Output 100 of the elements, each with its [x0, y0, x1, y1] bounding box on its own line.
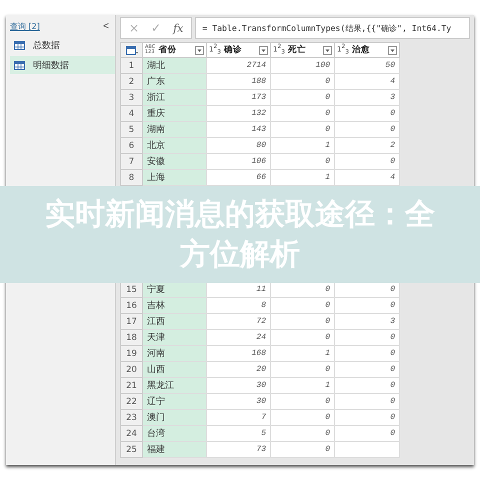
table-cell: 0 [271, 90, 335, 106]
table-cell: 0 [271, 426, 335, 442]
row-number: 8 [120, 170, 143, 186]
row-number: 3 [120, 90, 143, 106]
table-cell: 台湾 [143, 426, 207, 442]
table-cell: 0 [335, 362, 400, 378]
table-cell: 江西 [143, 314, 207, 330]
row-number: 18 [120, 330, 143, 346]
table-icon [14, 40, 25, 50]
table-cell: 浙江 [143, 90, 207, 106]
table-cell: 4 [335, 74, 400, 90]
row-number: 24 [120, 426, 143, 442]
table-cell: 福建 [143, 442, 207, 458]
table-cell: 3 [335, 90, 400, 106]
table-cell: 73 [207, 442, 271, 458]
table-cell: 1 [271, 346, 335, 362]
table-cell: 7 [207, 410, 271, 426]
table-cell: 0 [271, 74, 335, 90]
collapse-button[interactable]: < [103, 21, 109, 32]
table-cell: 0 [335, 122, 400, 138]
table-cell: 2714 [207, 58, 271, 74]
table-cell: 1 [271, 170, 335, 186]
row-number: 21 [120, 378, 143, 394]
table-cell: 0 [271, 282, 335, 298]
table-cell: 0 [335, 394, 400, 410]
query-item[interactable]: 总数据 [10, 36, 115, 54]
table-cell: 0 [335, 346, 400, 362]
table-icon [14, 60, 25, 70]
table-cell: 0 [335, 106, 400, 122]
table-cell: 0 [271, 362, 335, 378]
table-cell: 50 [335, 58, 400, 74]
table-cell: 湖南 [143, 122, 207, 138]
table-cell: 河南 [143, 346, 207, 362]
table-cell: 0 [335, 330, 400, 346]
row-number: 4 [120, 106, 143, 122]
table-cell: 广东 [143, 74, 207, 90]
table-cell: 0 [335, 282, 400, 298]
table-cell: 173 [207, 90, 271, 106]
table-cell: 132 [207, 106, 271, 122]
table-cell: 1 [271, 138, 335, 154]
formula-field[interactable]: = Table.TransformColumnTypes(结果,{{"确诊", Int64.Ty [195, 17, 470, 39]
row-number: 17 [120, 314, 143, 330]
table-cell: 吉林 [143, 298, 207, 314]
table-cell: 0 [335, 426, 400, 442]
fx-button[interactable]: fx [173, 22, 184, 34]
table-cell: 黑龙江 [143, 378, 207, 394]
table-cell: 4 [335, 170, 400, 186]
table-cell: 宁夏 [143, 282, 207, 298]
table-cell: 11 [207, 282, 271, 298]
row-number: 23 [120, 410, 143, 426]
row-number: 22 [120, 394, 143, 410]
dropdown-icon[interactable] [259, 46, 268, 54]
row-number: 1 [120, 58, 143, 74]
table-cell: 106 [207, 154, 271, 170]
table-cell: 0 [271, 330, 335, 346]
table-cell: 北京 [143, 138, 207, 154]
row-number: 16 [120, 298, 143, 314]
table-cell: 2 [335, 138, 400, 154]
table-cell: 188 [207, 74, 271, 90]
table-cell: 100 [271, 58, 335, 74]
table-cell: 0 [271, 154, 335, 170]
table-cell: 湖北 [143, 58, 207, 74]
row-number: 19 [120, 346, 143, 362]
row-number: 25 [120, 442, 143, 458]
row-number: 15 [120, 282, 143, 298]
row-number: 5 [120, 122, 143, 138]
table-cell: 168 [207, 346, 271, 362]
dropdown-icon[interactable] [195, 46, 204, 54]
table-cell: 0 [271, 106, 335, 122]
table-cell: 安徽 [143, 154, 207, 170]
queries-header: 查询 [2] [10, 21, 40, 32]
row-number: 20 [120, 362, 143, 378]
query-item[interactable]: 明细数据 [10, 56, 115, 74]
table-cell: 72 [207, 314, 271, 330]
dropdown-icon[interactable] [323, 46, 332, 54]
table-menu-button[interactable] [120, 42, 143, 58]
row-number: 2 [120, 74, 143, 90]
table-cell: 0 [335, 154, 400, 170]
table-cell: 30 [207, 378, 271, 394]
dropdown-icon[interactable] [388, 46, 397, 54]
table-cell: 重庆 [143, 106, 207, 122]
table-cell: 0 [271, 410, 335, 426]
table-cell: 天津 [143, 330, 207, 346]
table-cell: 0 [335, 410, 400, 426]
table-cell: 0 [271, 314, 335, 330]
table-icon [126, 46, 138, 54]
table-cell: 0 [271, 298, 335, 314]
row-number: 7 [120, 154, 143, 170]
table-cell: 80 [207, 138, 271, 154]
table-cell: 20 [207, 362, 271, 378]
table-cell: 30 [207, 394, 271, 410]
row-number: 6 [120, 138, 143, 154]
table-cell: 0 [335, 298, 400, 314]
table-cell: 3 [335, 314, 400, 330]
table-cell: 24 [207, 330, 271, 346]
table-cell: 0 [271, 122, 335, 138]
table-cell: 1 [271, 378, 335, 394]
table-cell: 8 [207, 298, 271, 314]
table-cell: 66 [207, 170, 271, 186]
table-cell: 0 [335, 378, 400, 394]
